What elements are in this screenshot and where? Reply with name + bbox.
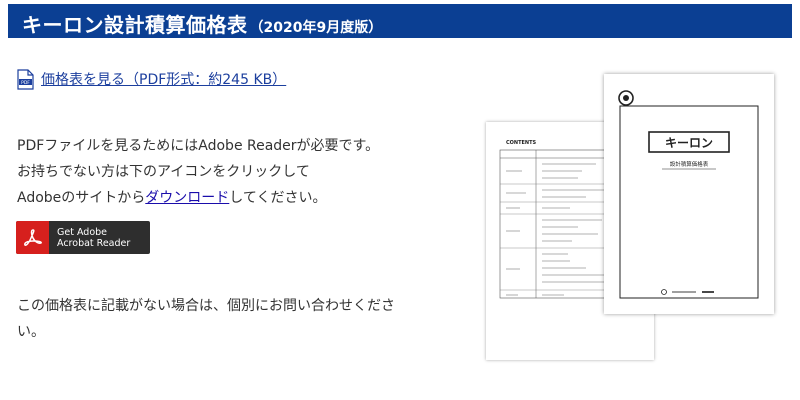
pdf-price-list-link[interactable]: 価格表を見る（PDF形式：約245 KB） xyxy=(41,69,286,89)
instruction-line-3-before: Adobeのサイトから xyxy=(17,190,146,206)
get-adobe-reader-button[interactable]: Get Adobe Acrobat Reader xyxy=(16,221,150,254)
catalog-contents-heading: CONTENTS xyxy=(506,140,537,146)
instruction-line-2: お持ちでない方は下のアイコンをクリックして xyxy=(17,164,310,180)
catalog-brand-text: キーロン xyxy=(665,136,713,150)
catalog-preview-image: CONTENTS キーロン 設計積算価格表 xyxy=(486,74,776,364)
download-link[interactable]: ダウンロード xyxy=(145,190,229,206)
notice-line-1: この価格表に記載がない場合は、個別にお問い合わせくださ xyxy=(17,298,395,314)
instruction-line-1: PDFファイルを見るためにはAdobe Readerが必要です。 xyxy=(17,138,380,154)
catalog-cover-page: キーロン 設計積算価格表 xyxy=(604,74,774,314)
acrobat-logo-icon xyxy=(16,221,49,254)
page-header: キーロン設計積算価格表 （2020年9月度版） xyxy=(8,4,792,38)
notice-line-2: い。 xyxy=(17,324,45,340)
adobe-badge-line2: Acrobat Reader xyxy=(57,237,131,249)
catalog-cover-title: 設計積算価格表 xyxy=(670,160,709,168)
page-title: キーロン設計積算価格表 xyxy=(22,13,248,37)
instruction-line-3-after: してください。 xyxy=(229,190,327,206)
pdf-file-icon[interactable]: PDF xyxy=(17,68,34,90)
page-subtitle: （2020年9月度版） xyxy=(249,20,383,36)
pdf-link-row[interactable]: PDF 価格表を見る（PDF形式：約245 KB） xyxy=(17,68,286,90)
adobe-badge-line1: Get Adobe xyxy=(57,226,108,238)
svg-text:PDF: PDF xyxy=(21,80,30,86)
adobe-badge-text: Get Adobe Acrobat Reader xyxy=(57,227,130,249)
instruction-line-3: Adobeのサイトからダウンロードしてください。 xyxy=(17,188,326,208)
